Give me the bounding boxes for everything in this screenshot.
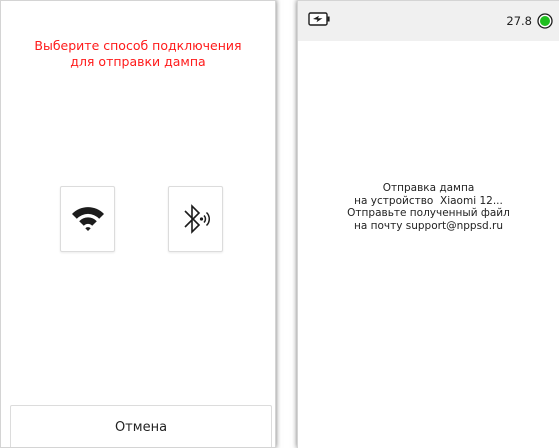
bluetooth-audio-icon — [183, 204, 210, 234]
bluetooth-button[interactable] — [168, 186, 223, 252]
message-line-3: Отправьте полученный файл — [347, 207, 510, 219]
status-bar: 27.8 — [298, 1, 559, 41]
connection-method-heading: Выберите способ подключения для отправки… — [1, 38, 275, 70]
dump-status-message: Отправка дампа на устройство Xiaomi 12..… — [298, 182, 559, 232]
status-value: 27.8 — [506, 14, 532, 28]
dump-sending-screen: 27.8 Отправка дампа на устройство Xiaomi… — [297, 0, 559, 448]
connection-choice-screen: Выберите способ подключения для отправки… — [0, 0, 276, 448]
cancel-button[interactable]: Отмена — [10, 405, 272, 447]
wifi-icon — [71, 207, 104, 231]
battery-charging-icon — [308, 12, 330, 26]
wifi-button[interactable] — [60, 186, 115, 252]
heading-line-2: для отправки дампа — [70, 54, 206, 69]
green-status-indicator-icon — [537, 13, 553, 29]
message-line-2: на устройство Xiaomi 12... — [354, 194, 503, 207]
message-line-1: Отправка дампа — [382, 182, 475, 194]
heading-line-1: Выберите способ подключения — [34, 38, 242, 53]
message-line-4: на почту support@nppsd.ru — [353, 219, 504, 232]
